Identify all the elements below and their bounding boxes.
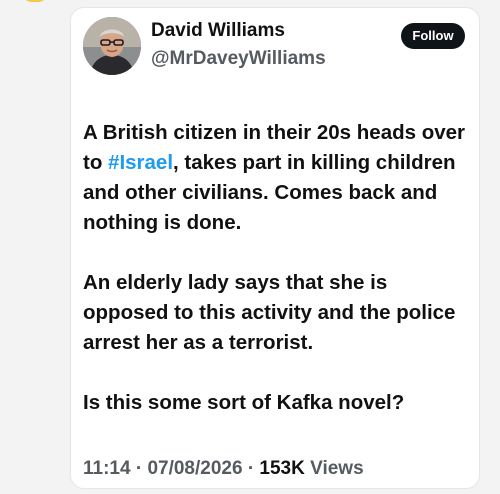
tweet-date[interactable]: 07/08/2026	[147, 458, 242, 479]
meta-separator: ·	[247, 458, 255, 479]
views-count: 153K	[259, 458, 305, 479]
author-name[interactable]: David Williams	[151, 20, 285, 42]
hashtag-link[interactable]: #Israel	[108, 151, 173, 174]
tweet-time[interactable]: 11:14	[83, 458, 131, 479]
meta-separator: ·	[135, 458, 143, 479]
tweet-text: A British citizen in their 20s heads ove…	[83, 118, 475, 418]
emoji-fragment	[22, 0, 48, 2]
avatar-image	[83, 17, 141, 75]
tweet-meta: 11:14 · 07/08/2026 · 153K Views	[83, 458, 364, 480]
avatar[interactable]	[83, 17, 141, 75]
author-handle[interactable]: @MrDaveyWilliams	[151, 48, 326, 70]
follow-button[interactable]: Follow	[401, 23, 465, 49]
views-label: Views	[310, 458, 364, 479]
tweet-paragraph-3: Is this some sort of Kafka novel?	[83, 391, 405, 414]
tweet-card: David Williams @MrDaveyWilliams Follow A…	[70, 7, 480, 489]
tweet-paragraph-1: A British citizen in their 20s heads ove…	[83, 118, 475, 238]
tweet-paragraph-2: An elderly lady says that she is opposed…	[83, 271, 456, 354]
